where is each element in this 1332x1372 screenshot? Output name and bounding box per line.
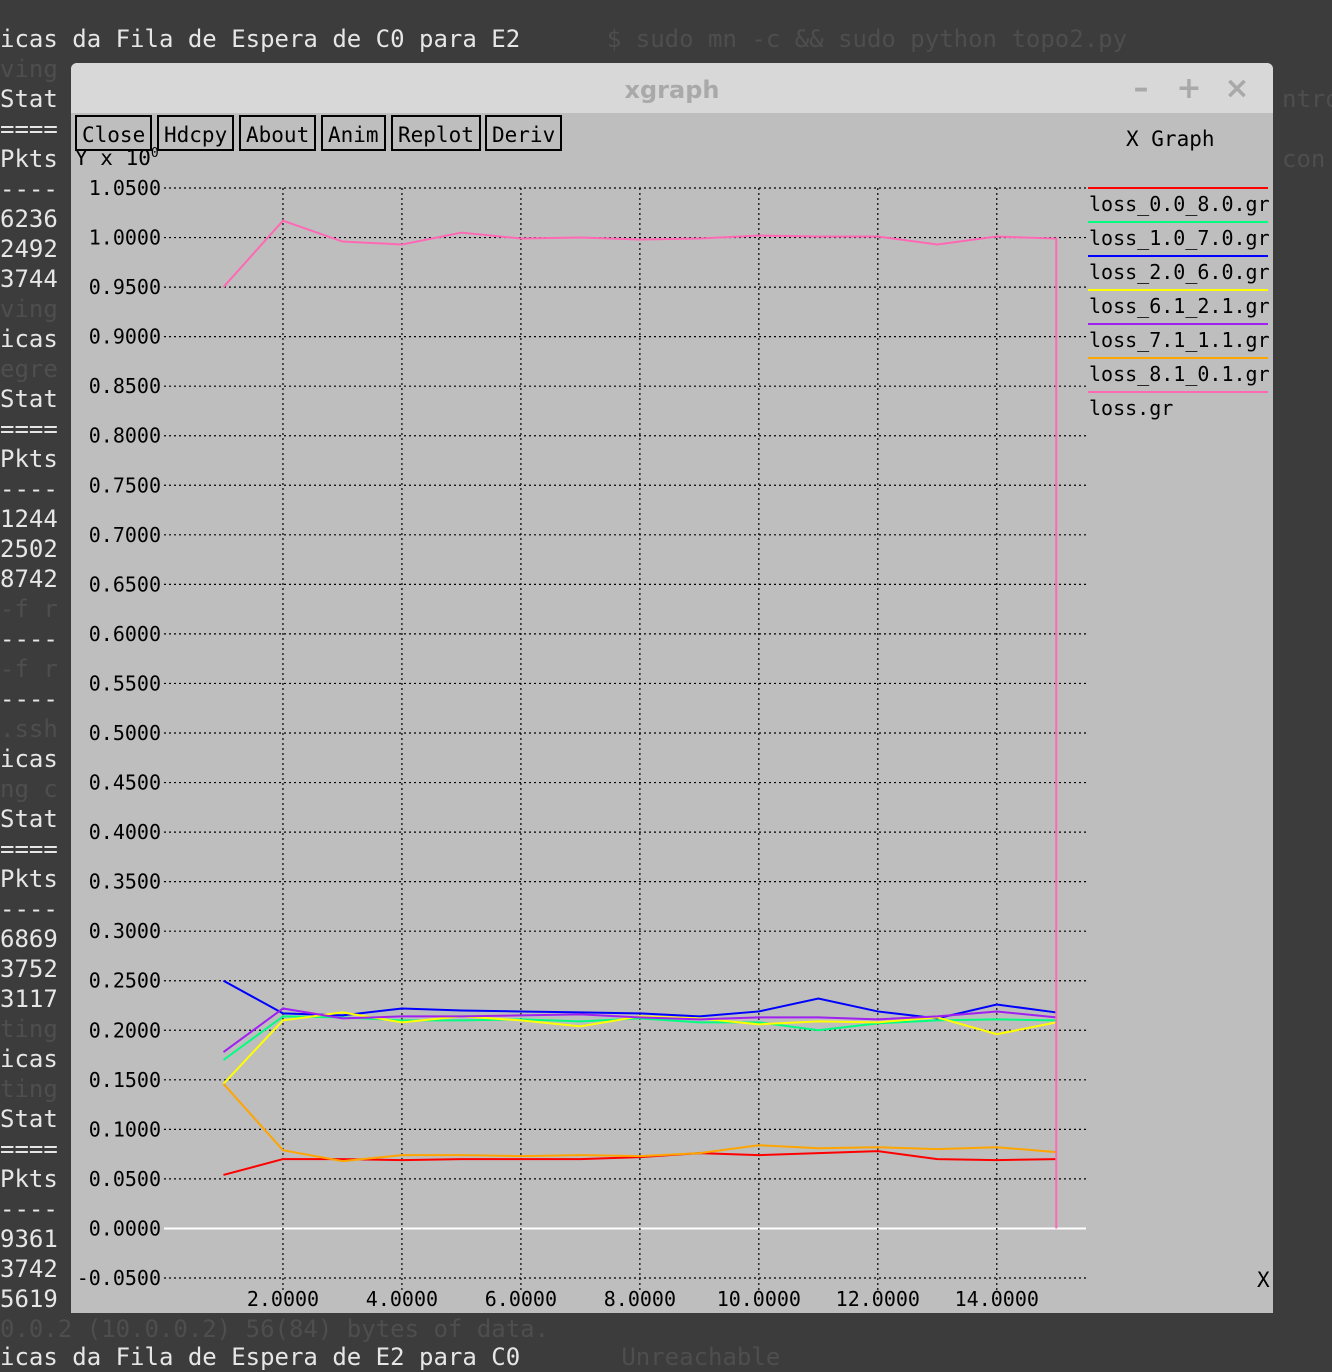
terminal-fragment: Stat [0, 805, 58, 833]
y-tick-label: 0.2500 [89, 969, 161, 993]
y-tick-label: 0.2000 [89, 1018, 161, 1042]
y-tick-label: 0.3500 [89, 870, 161, 894]
terminal-fragment: 6236 [0, 205, 58, 233]
y-tick-label: 0.8500 [89, 374, 161, 398]
terminal-line-top: icas da Fila de Espera de C0 para E2 $ s… [0, 25, 1128, 53]
terminal-fragment: egre [0, 355, 58, 383]
terminal-fragment: icas [0, 325, 58, 353]
terminal-fragment: Pkts [0, 865, 58, 893]
graph-area: Y x 100 X Graph X 1.0500 1.0000 0.9500 0.90… [71, 113, 1273, 1313]
terminal-fragment: 8742 [0, 565, 58, 593]
terminal-fragment: Stat [0, 85, 58, 113]
x-tick-label: 6.0000 [485, 1287, 557, 1311]
terminal-fragment: ==== [0, 115, 58, 143]
x-tick-label: 12.0000 [836, 1287, 920, 1311]
x-tick-label: 10.0000 [717, 1287, 801, 1311]
terminal-fragment: ---- [0, 475, 58, 503]
x-tick-label: 8.0000 [604, 1287, 676, 1311]
window-titlebar[interactable]: xgraph – + × [71, 63, 1273, 113]
y-tick-label: 0.9000 [89, 325, 161, 349]
terminal-line-ping: 0.0.2 (10.0.0.2) 56(84) bytes of data. [0, 1315, 550, 1343]
terminal-fragment: Pkts [0, 445, 58, 473]
terminal-fragment: ---- [0, 685, 58, 713]
close-button[interactable]: Close [75, 115, 153, 151]
about-button[interactable]: About [239, 115, 317, 151]
y-tick-label: 1.0000 [89, 226, 161, 250]
terminal-fragment: ==== [0, 415, 58, 443]
legend-label: loss_0.0_8.0.gr [1089, 192, 1270, 216]
replot-button[interactable]: Replot [391, 115, 481, 151]
deriv-button[interactable]: Deriv [485, 115, 563, 151]
terminal-fragment: Pkts [0, 145, 58, 173]
terminal-fragment: ---- [0, 175, 58, 203]
y-tick-label: 0.5000 [89, 721, 161, 745]
terminal-fragment: Stat [0, 385, 58, 413]
terminal-line-bottom: icas da Fila de Espera de E2 para C0 Unr… [0, 1343, 781, 1371]
terminal-right-fragment: con [1282, 145, 1326, 173]
minimize-button[interactable]: – [1125, 73, 1157, 105]
terminal-fragment: 6869 [0, 925, 58, 953]
x-tick-label: 4.0000 [366, 1287, 438, 1311]
y-tick-label: 0.7000 [89, 523, 161, 547]
y-tick-label: 0.7500 [89, 473, 161, 497]
window-title: xgraph [624, 76, 720, 104]
terminal-fragment: 5619 [0, 1285, 58, 1313]
close-window-button[interactable]: × [1221, 73, 1253, 105]
y-tick-label: 0.3000 [89, 919, 161, 943]
terminal-fragment: ving [0, 55, 58, 83]
legend-label: loss_8.1_0.1.gr [1089, 362, 1270, 386]
terminal-fragment: icas [0, 1045, 58, 1073]
y-tick-label: 0.9500 [89, 275, 161, 299]
terminal-fragment: 2492 [0, 235, 58, 263]
y-tick-label: 0.4000 [89, 820, 161, 844]
y-tick-label: 0.6000 [89, 622, 161, 646]
y-tick-label: 0.4500 [89, 771, 161, 795]
terminal-fragment: 3744 [0, 265, 58, 293]
terminal-fragment: 2502 [0, 535, 58, 563]
maximize-button[interactable]: + [1173, 73, 1205, 105]
terminal-fragment: Stat [0, 1105, 58, 1133]
y-tick-label: 0.1500 [89, 1068, 161, 1092]
terminal-fragment: 3752 [0, 955, 58, 983]
terminal-fragment: 1244 [0, 505, 58, 533]
plot-canvas: 1.0500 1.0000 0.9500 0.9000 0.8500 0.8000 0.75… [77, 176, 1270, 1311]
legend-label: loss_1.0_7.0.gr [1089, 226, 1270, 250]
terminal-fragment: -f r [0, 655, 58, 683]
terminal-fragment: 9361 [0, 1225, 58, 1253]
y-tick-label: 0.5500 [89, 671, 161, 695]
y-tick-label: 0.6500 [89, 572, 161, 596]
y-tick-label: 1.0500 [89, 176, 161, 200]
terminal-fragment: ting [0, 1075, 58, 1103]
xgraph-window: xgraph – + × Y x 100 X Graph X 1.0500 1.0… [71, 63, 1273, 1313]
terminal-fragment: 3117 [0, 985, 58, 1013]
terminal-fragment: ---- [0, 895, 58, 923]
terminal-fragment: 3742 [0, 1255, 58, 1283]
terminal-fragment: .ssh [0, 715, 58, 743]
terminal-right-fragment: ntro [1282, 85, 1332, 113]
terminal-fragment: ---- [0, 625, 58, 653]
y-tick-label: 0.1000 [89, 1117, 161, 1141]
legend-label: loss_2.0_6.0.gr [1089, 260, 1270, 284]
y-tick-label: -0.0500 [77, 1266, 161, 1290]
terminal-fragment: ting [0, 1015, 58, 1043]
terminal-fragment: ---- [0, 1195, 58, 1223]
y-tick-label: 0.0500 [89, 1167, 161, 1191]
x-tick-label: 14.0000 [955, 1287, 1039, 1311]
anim-button[interactable]: Anim [321, 115, 386, 151]
terminal-fragment: -f r [0, 595, 58, 623]
legend-label: loss_6.1_2.1.gr [1089, 294, 1270, 318]
hdcpy-button[interactable]: Hdcpy [157, 115, 235, 151]
terminal-fragment: icas [0, 745, 58, 773]
legend-label: loss.gr [1089, 396, 1173, 420]
terminal-fragment: ving [0, 295, 58, 323]
legend-label: loss_7.1_1.1.gr [1089, 328, 1270, 352]
terminal-fragment: ==== [0, 1135, 58, 1163]
x-tick-label: 2.0000 [247, 1287, 319, 1311]
y-tick-label: 0.8000 [89, 424, 161, 448]
terminal-fragment: ==== [0, 835, 58, 863]
terminal-fragment: ng c [0, 775, 58, 803]
terminal-fragment: Pkts [0, 1165, 58, 1193]
y-tick-label: 0.0000 [89, 1216, 161, 1240]
